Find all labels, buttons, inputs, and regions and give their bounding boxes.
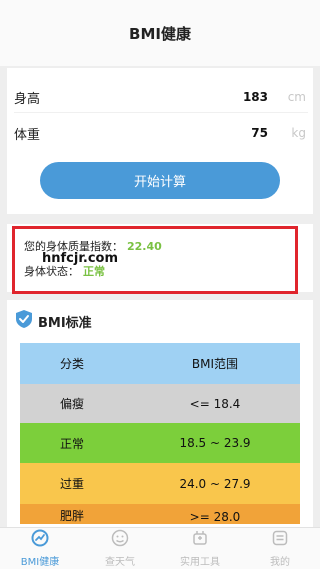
- tab-tools[interactable]: 实用工具: [160, 528, 240, 569]
- standard-title: BMI标准: [16, 310, 92, 332]
- table-cell-range: >= 28.0: [189, 510, 241, 524]
- table-cell-range: <= 18.4: [189, 396, 241, 411]
- profile-icon: [271, 529, 289, 551]
- table-cell-category: 肥胖: [60, 509, 85, 523]
- body-status-label: 身体状态：: [24, 265, 79, 278]
- page-title: BMI健康: [129, 24, 191, 43]
- tab-weather[interactable]: 查天气: [80, 528, 160, 569]
- table-row: 肥胖 >= 28.0: [20, 504, 300, 524]
- app-header: BMI健康: [0, 0, 320, 66]
- height-input[interactable]: 183: [243, 90, 268, 104]
- tab-bmi[interactable]: BMI健康: [0, 528, 80, 569]
- bmi-standard-table: 分类 BMI范围 偏瘦 <= 18.4 正常 18.5 ~ 23.9 过重 24…: [20, 343, 300, 524]
- tab-bmi-label: BMI健康: [20, 557, 60, 568]
- table-cell-category: 正常: [60, 436, 85, 451]
- tab-profile[interactable]: 我的: [240, 528, 320, 569]
- height-unit: cm: [287, 90, 306, 104]
- watermark: hnfcjr.com: [42, 251, 119, 266]
- table-cell-category: 偏瘦: [60, 397, 85, 411]
- weight-input[interactable]: 75: [251, 126, 268, 140]
- tab-profile-label: 我的: [270, 557, 290, 568]
- weather-icon: [111, 529, 129, 551]
- table-cell-range: 18.5 ~ 23.9: [179, 436, 251, 450]
- calculate-button[interactable]: 开始计算: [40, 162, 280, 199]
- standard-title-text: BMI标准: [38, 315, 92, 331]
- height-label: 身高: [14, 91, 41, 107]
- tab-tools-label: 实用工具: [180, 557, 220, 568]
- table-cell-category: 过重: [60, 477, 85, 491]
- weight-row: 体重 75 kg: [14, 118, 308, 148]
- weight-unit: kg: [291, 126, 306, 140]
- height-row: 身高 183 cm: [14, 82, 308, 112]
- table-cell-range: 24.0 ~ 27.9: [179, 476, 251, 491]
- table-header-range: BMI范围: [191, 357, 239, 371]
- row-divider: [14, 112, 308, 113]
- table-row: 偏瘦 <= 18.4: [20, 384, 300, 423]
- tools-icon: [191, 529, 209, 551]
- bmi-icon: [31, 529, 49, 551]
- body-status-value: 正常: [83, 265, 105, 278]
- bottom-tab-bar: BMI健康 查天气 实用工具 我的: [0, 527, 320, 569]
- bmi-index-value: 22.40: [127, 240, 162, 253]
- tab-weather-label: 查天气: [105, 557, 135, 568]
- table-row: 过重 24.0 ~ 27.9: [20, 463, 300, 504]
- shield-check-icon: [16, 310, 32, 332]
- weight-label: 体重: [14, 127, 41, 143]
- table-header-category: 分类: [60, 357, 85, 371]
- table-header-row: 分类 BMI范围: [20, 343, 300, 384]
- table-row: 正常 18.5 ~ 23.9: [20, 423, 300, 463]
